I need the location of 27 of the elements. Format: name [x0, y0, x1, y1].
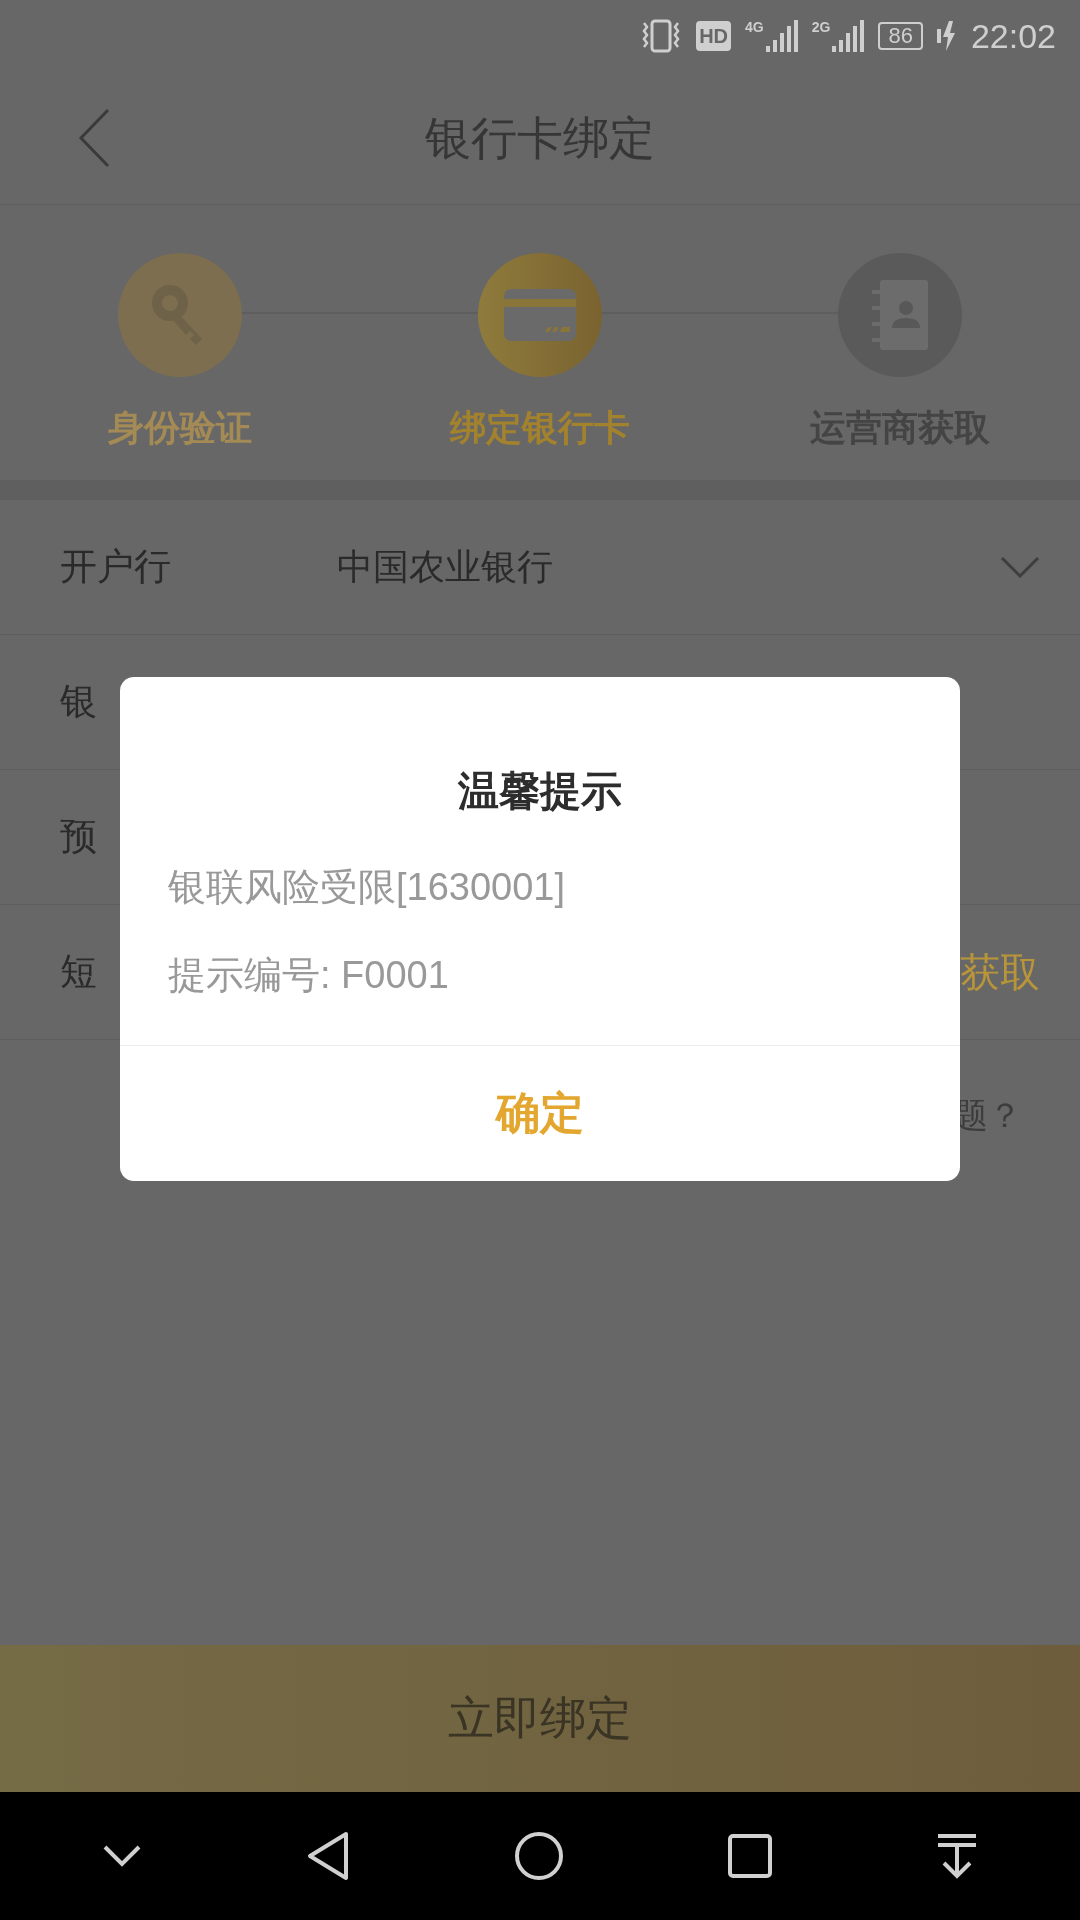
network-label: 4G: [745, 20, 764, 34]
confirm-button[interactable]: 确定: [120, 1045, 960, 1181]
clock-time: 22:02: [970, 15, 1056, 57]
dialog-message: 提示编号: F0001: [168, 952, 450, 998]
hd-badge: HD: [696, 21, 732, 51]
step-label: 身份验证: [108, 406, 252, 450]
recent-apps-icon[interactable]: [728, 1834, 772, 1878]
signal-icon: [765, 20, 798, 52]
battery-level: 86: [878, 22, 923, 50]
chevron-down-icon[interactable]: [102, 1844, 142, 1868]
step-label: 绑定银行卡: [450, 406, 630, 450]
bank-select-value[interactable]: 中国农业银行: [337, 540, 1000, 594]
back-triangle-icon[interactable]: [306, 1831, 350, 1881]
signal-icon: [832, 20, 865, 52]
home-circle-icon[interactable]: [514, 1831, 564, 1881]
charging-icon: [936, 21, 957, 51]
network-label: 2G: [811, 20, 831, 34]
field-label: 开户行: [60, 545, 171, 590]
bind-now-button[interactable]: 立即绑定: [0, 1645, 1080, 1792]
field-label: 短: [60, 950, 97, 995]
get-code-button[interactable]: 获取: [960, 942, 1040, 1002]
field-label: 预: [60, 815, 97, 860]
dialog-title: 温馨提示: [458, 767, 622, 816]
field-label: 银: [60, 680, 97, 725]
bank-card-icon: [504, 289, 576, 341]
pull-down-icon[interactable]: [936, 1833, 978, 1879]
dialog-message: 银联风险受限[1630001]: [168, 864, 567, 910]
